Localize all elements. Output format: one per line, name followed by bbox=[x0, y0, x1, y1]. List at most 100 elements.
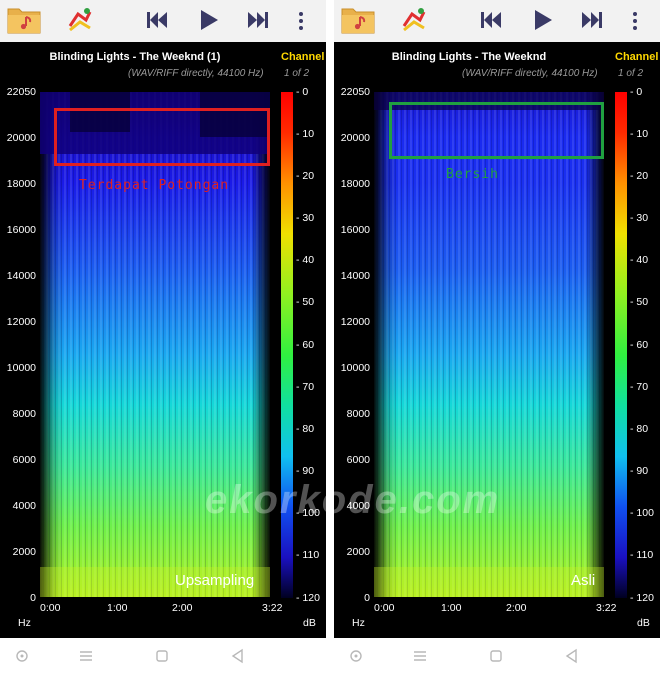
db-tick: - 60 bbox=[630, 339, 649, 351]
track-title: Blinding Lights - The Weeknd bbox=[391, 51, 547, 63]
right-phone-screen: Blinding Lights - The Weeknd Channel (WA… bbox=[334, 0, 660, 673]
db-unit-label: dB bbox=[637, 617, 650, 629]
db-tick: - 20 bbox=[296, 170, 315, 182]
y-tick: 6000 bbox=[346, 454, 370, 466]
y-tick: 22050 bbox=[6, 86, 36, 98]
toolbar bbox=[0, 0, 326, 42]
channel-button[interactable]: Channel bbox=[615, 51, 658, 63]
format-info: (WAV/RIFF directly, 44100 Hz) bbox=[462, 68, 598, 79]
db-tick: - 50 bbox=[296, 296, 315, 308]
y-tick: 20000 bbox=[6, 132, 36, 144]
y-tick: 6000 bbox=[12, 454, 36, 466]
y-tick: 12000 bbox=[340, 316, 370, 328]
channel-button[interactable]: Channel bbox=[281, 51, 324, 63]
skip-forward-icon[interactable] bbox=[247, 10, 269, 30]
toolbar bbox=[334, 0, 660, 42]
db-tick: - 50 bbox=[630, 296, 649, 308]
folder-music-icon[interactable] bbox=[7, 5, 41, 35]
y-unit-label: Hz bbox=[18, 617, 31, 629]
db-tick: - 120 bbox=[630, 592, 654, 604]
play-icon[interactable] bbox=[199, 9, 219, 31]
db-tick: - 10 bbox=[630, 128, 649, 140]
app-logo-icon[interactable] bbox=[66, 6, 94, 34]
x-tick: 1:00 bbox=[441, 602, 462, 614]
db-tick: - 80 bbox=[296, 423, 315, 435]
db-tick: - 90 bbox=[296, 465, 315, 477]
db-tick: - 90 bbox=[630, 465, 649, 477]
db-tick: - 20 bbox=[630, 170, 649, 182]
x-tick: 3:22 bbox=[262, 602, 283, 614]
folder-music-icon[interactable] bbox=[341, 5, 375, 35]
db-unit-label: dB bbox=[303, 617, 316, 629]
corner-label: Upsampling bbox=[175, 572, 255, 589]
db-tick: - 30 bbox=[630, 212, 649, 224]
skip-back-icon[interactable] bbox=[146, 10, 168, 30]
db-tick: - 110 bbox=[296, 549, 320, 561]
y-tick: 18000 bbox=[340, 178, 370, 190]
screenshot-root: Blinding Lights - The Weeknd (1) Channel… bbox=[0, 0, 660, 673]
app-logo-icon[interactable] bbox=[400, 6, 428, 34]
y-unit-label: Hz bbox=[352, 617, 365, 629]
skip-back-icon[interactable] bbox=[480, 10, 502, 30]
more-vert-icon[interactable] bbox=[296, 10, 306, 32]
db-tick: - 40 bbox=[296, 254, 315, 266]
square-nav-icon[interactable] bbox=[488, 648, 504, 664]
y-tick: 2000 bbox=[12, 546, 36, 558]
more-vert-icon[interactable] bbox=[630, 10, 640, 32]
annotation-box bbox=[54, 108, 270, 166]
annotation-box bbox=[389, 102, 604, 159]
db-tick: - 70 bbox=[296, 381, 315, 393]
db-tick: - 120 bbox=[296, 592, 320, 604]
back-nav-icon[interactable] bbox=[230, 648, 246, 664]
x-tick: 2:00 bbox=[172, 602, 193, 614]
menu-nav-icon[interactable] bbox=[412, 648, 428, 664]
page-indicator: 1 of 2 bbox=[618, 68, 644, 79]
annotation-label: Bersih bbox=[446, 167, 499, 182]
db-tick: - 60 bbox=[296, 339, 315, 351]
y-tick: 0 bbox=[364, 592, 370, 604]
y-tick: 10000 bbox=[6, 362, 36, 374]
x-tick: 0:00 bbox=[374, 602, 395, 614]
back-nav-icon[interactable] bbox=[564, 648, 580, 664]
square-nav-icon[interactable] bbox=[154, 648, 170, 664]
db-tick: - 0 bbox=[630, 86, 643, 98]
android-nav-bar bbox=[0, 638, 326, 673]
play-icon[interactable] bbox=[533, 9, 553, 31]
menu-nav-icon[interactable] bbox=[78, 648, 94, 664]
y-tick: 22050 bbox=[340, 86, 370, 98]
db-tick: - 30 bbox=[296, 212, 315, 224]
x-tick: 0:00 bbox=[40, 602, 61, 614]
circle-nav-icon[interactable] bbox=[14, 648, 30, 664]
db-tick: - 0 bbox=[296, 86, 309, 98]
y-tick: 0 bbox=[30, 592, 36, 604]
db-tick: - 110 bbox=[630, 549, 654, 561]
annotation-label: Terdapat Potongan bbox=[79, 178, 230, 193]
y-tick: 18000 bbox=[6, 178, 36, 190]
circle-nav-icon[interactable] bbox=[348, 648, 364, 664]
page-indicator: 1 of 2 bbox=[284, 68, 310, 79]
x-tick: 3:22 bbox=[596, 602, 617, 614]
db-color-scale bbox=[615, 92, 627, 598]
y-tick: 2000 bbox=[346, 546, 370, 558]
y-tick: 8000 bbox=[12, 408, 36, 420]
db-tick: - 40 bbox=[630, 254, 649, 266]
y-tick: 20000 bbox=[340, 132, 370, 144]
y-tick: 16000 bbox=[6, 224, 36, 236]
skip-forward-icon[interactable] bbox=[581, 10, 603, 30]
y-tick: 12000 bbox=[6, 316, 36, 328]
corner-label: Asli bbox=[571, 572, 596, 589]
db-tick: - 80 bbox=[630, 423, 649, 435]
android-nav-bar bbox=[334, 638, 660, 673]
watermark: ekorkode.com bbox=[205, 478, 501, 522]
db-tick: - 10 bbox=[296, 128, 315, 140]
track-title: Blinding Lights - The Weeknd (1) bbox=[49, 51, 221, 63]
x-tick: 2:00 bbox=[506, 602, 527, 614]
format-info: (WAV/RIFF directly, 44100 Hz) bbox=[128, 68, 264, 79]
y-tick: 14000 bbox=[340, 270, 370, 282]
y-tick: 8000 bbox=[346, 408, 370, 420]
y-tick: 4000 bbox=[12, 500, 36, 512]
db-tick: - 100 bbox=[630, 507, 654, 519]
left-phone-screen: Blinding Lights - The Weeknd (1) Channel… bbox=[0, 0, 326, 673]
db-tick: - 70 bbox=[630, 381, 649, 393]
y-tick: 14000 bbox=[6, 270, 36, 282]
